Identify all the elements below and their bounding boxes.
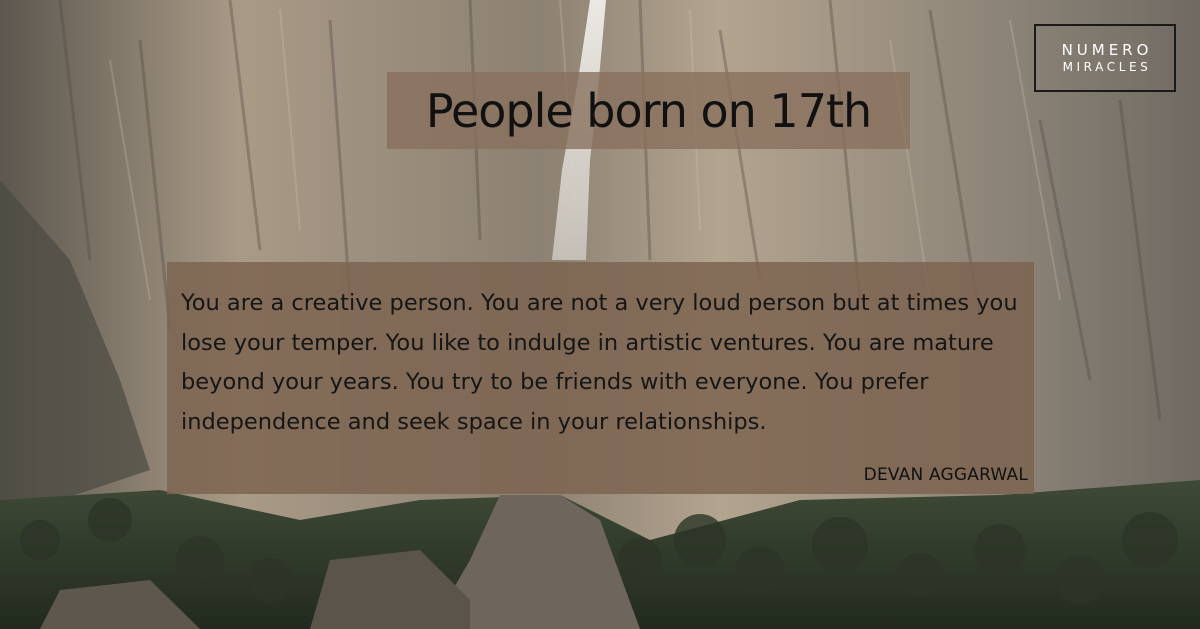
quote-panel: You are a creative person. You are not a… bbox=[167, 262, 1034, 494]
quote-text: You are a creative person. You are not a… bbox=[181, 290, 1018, 435]
logo-line-2: MIRACLES bbox=[1062, 60, 1152, 74]
logo-line-1: NUMERO bbox=[1061, 41, 1153, 59]
page-title: People born on 17th bbox=[425, 83, 872, 138]
numero-miracles-logo[interactable]: NUMERO MIRACLES bbox=[1034, 24, 1176, 92]
quote-author: DEVAN AGGARWAL bbox=[863, 465, 1028, 485]
title-panel: People born on 17th bbox=[387, 72, 910, 149]
